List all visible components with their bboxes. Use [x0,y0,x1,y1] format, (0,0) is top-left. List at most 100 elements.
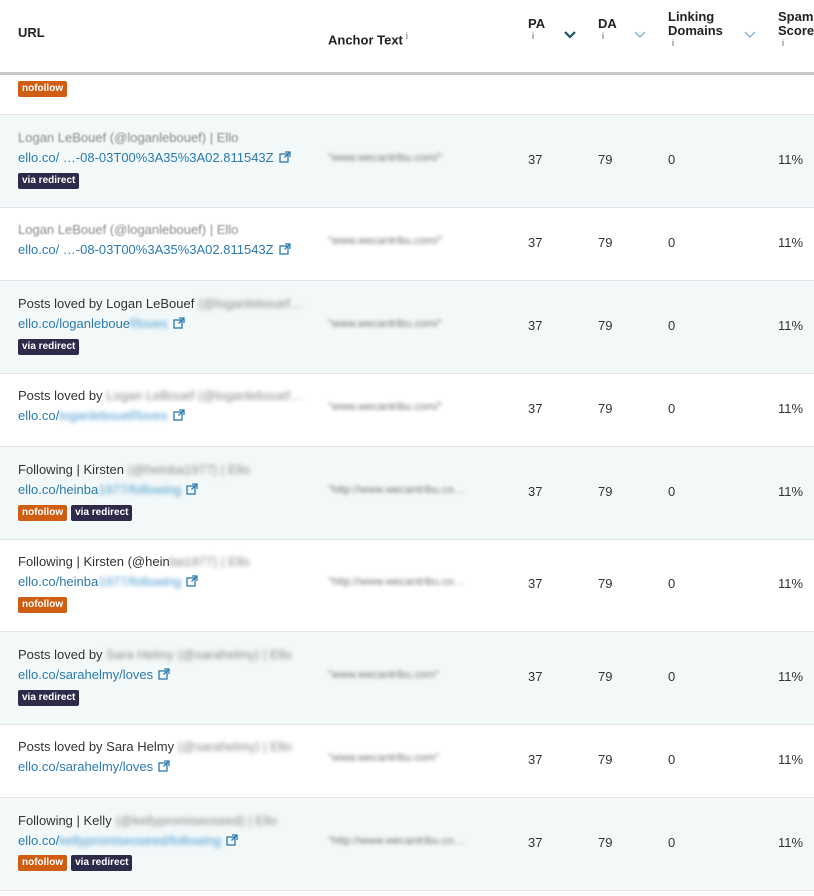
external-link-icon [226,834,238,846]
external-link-icon [186,483,199,495]
nofollow-badge: nofollow [18,505,68,521]
url-link[interactable]: ello.co/ …-08-03T00%3A35%3A02.811543Z [18,242,291,257]
pa-value: 37 [528,576,543,591]
url-link[interactable]: ello.co/kellypromiseoseed/following [18,833,238,848]
anchor-text: "www.wecantribu.com/" [328,401,443,413]
spam-score-value: 11% [778,152,804,167]
via-redirect-badge: via redirect [18,173,80,189]
table-row: Posts loved by Logan LeBouef (@loganlebo… [0,374,814,447]
anchor-text: "http://www.wecantribu.co… [328,576,465,588]
anchor-text: "www.wecantribu.com/" [328,152,443,164]
da-value: 79 [598,152,613,167]
da-value: 79 [598,576,613,591]
page-title-text: Following | Kelly (@kellypromiseoseed) |… [18,813,278,828]
external-link-icon [278,243,291,255]
spam-score-value: 11% [778,484,804,499]
url-link[interactable]: ello.co/heinba1977/following [18,482,199,497]
linking-domains-value: 0 [668,669,676,684]
column-header-url[interactable]: URL [18,26,45,40]
spam-score-value: 11% [778,669,804,684]
pa-value: 37 [528,152,543,167]
url-link[interactable]: ello.co/loganlebouef/loves [18,408,185,423]
spam-score-value: 11% [778,835,804,850]
linking-domains-value: 0 [668,152,676,167]
nofollow-badge: nofollow [18,81,68,97]
backlinks-table: URL Anchor Text i PA i DA i Linking Domai… [0,0,814,896]
linking-domains-value: 0 [668,235,676,250]
external-link-icon [186,575,199,587]
da-value: 79 [598,318,613,333]
table-row: Following | Kirsten (@heinba1977) | Ello… [0,540,814,632]
via-redirect-badge: via redirect [71,855,133,871]
da-value: 79 [598,401,613,416]
pa-value: 37 [528,752,543,767]
da-value: 79 [598,669,613,684]
external-link-icon [172,409,185,421]
table-row: Logan LeBouef (@loganlebouef) | Ello ell… [0,115,814,208]
pa-value: 37 [528,235,543,250]
url-link[interactable]: ello.co/ …-08-03T00%3A35%3A02.811543Z [18,150,291,165]
pa-value: 37 [528,401,543,416]
table-row: Logan LeBouef (@loganlebouef) | Ello ell… [0,208,814,281]
anchor-text: "www.wecantribu.com" [328,752,440,764]
page-title-text: Posts loved by Sara Helmy (@sarahelmy) |… [18,739,292,754]
info-icon[interactable]: i [598,31,617,41]
table-row: Following | Kelly (@kellypromiseoseed) |… [0,798,814,891]
nofollow-badge: nofollow [18,597,68,613]
url-link[interactable]: ello.co/sarahelmy/loves [18,759,170,774]
spam-score-value: 11% [778,576,804,591]
linking-domains-value: 0 [668,576,676,591]
url-link[interactable]: ello.co/loganlebouef/loves [18,316,185,331]
pa-value: 37 [528,835,543,850]
page-title-text: Following | Kirsten (@heinba1977) | Ello [18,462,250,477]
anchor-text: "http://www.wecantribu.co… [328,484,465,496]
page-title-text: Following | Kirsten (@heinba1977) | Ello [18,554,250,569]
info-icon[interactable]: i [778,38,814,48]
linking-domains-value: 0 [668,835,676,850]
pa-value: 37 [528,669,543,684]
sort-icon[interactable] [743,30,757,40]
url-link[interactable]: ello.co/heinba1977/following [18,574,199,589]
spam-score-value: 11% [778,318,804,333]
table-row: Posts loved by Sara Helmy (@sarahelmy) |… [0,725,814,798]
da-value: 79 [598,752,613,767]
da-value: 79 [598,235,613,250]
linking-domains-value: 0 [668,401,676,416]
linking-domains-value: 0 [668,752,676,767]
column-header-pa[interactable]: PA i [528,17,545,42]
column-header-linking-domains[interactable]: Linking Domains i [668,10,723,49]
table-row: Following | Kirsten (@heinba1977) | Ello… [0,447,814,540]
anchor-text: "www.wecantribu.com/" [328,318,443,330]
page-title-text: Posts loved by Sara Helmy (@sarahelmy) |… [18,647,292,662]
column-header-anchor-text[interactable]: Anchor Text i [328,29,408,47]
page-title-text: Posts loved by Logan LeBouef (@loganlebo… [18,388,303,403]
external-link-icon [158,668,170,680]
sort-desc-active-icon[interactable] [563,30,577,40]
spam-score-value: 11% [778,401,804,416]
via-redirect-badge: via redirect [18,339,80,355]
nofollow-badge: nofollow [18,855,68,871]
info-icon[interactable]: i [668,38,723,48]
info-icon[interactable]: i [528,31,545,41]
table-header: URL Anchor Text i PA i DA i Linking Domai… [0,0,814,74]
table-row: Posts loved by Logan LeBouef (@loganlebo… [0,281,814,374]
pa-value: 37 [528,484,543,499]
table-row: Posts loved by Sara Helmy (@sarahelmy) |… [0,632,814,725]
anchor-text: "http://www.wecantribu.co… [328,835,465,847]
linking-domains-value: 0 [668,484,676,499]
da-value: 79 [598,835,613,850]
sort-icon[interactable] [633,30,647,40]
anchor-text: "www.wecantribu.com" [328,669,440,681]
column-header-da[interactable]: DA i [598,17,617,42]
info-icon[interactable]: i [406,31,408,41]
via-redirect-badge: via redirect [71,505,133,521]
external-link-icon [278,151,291,163]
page-title-text: Posts loved by Logan LeBouef (@loganlebo… [18,296,303,311]
linking-domains-value: 0 [668,318,676,333]
page-title-text: Logan LeBouef (@loganlebouef) | Ello [18,222,239,237]
anchor-text: "www.wecantribu.com/" [328,235,443,247]
pa-value: 37 [528,318,543,333]
spam-score-value: 11% [778,752,804,767]
column-header-spam-score[interactable]: Spam Score i [778,10,814,49]
url-link[interactable]: ello.co/sarahelmy/loves [18,667,170,682]
